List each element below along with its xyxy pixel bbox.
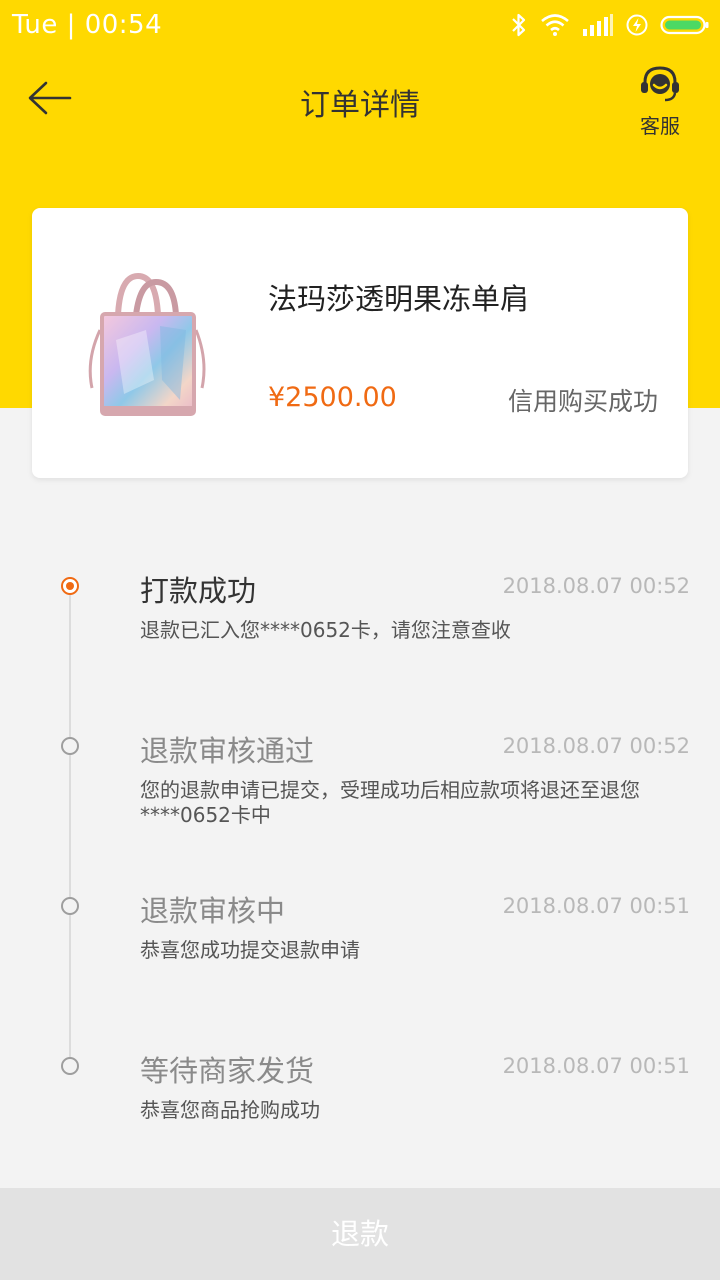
product-card[interactable]: 法玛莎透明果冻单肩 ¥2500.00 信用购买成功 [32,208,688,478]
headset-icon [641,66,679,102]
status-icons [510,11,710,39]
timeline-description: 恭喜您商品抢购成功 [140,1098,320,1122]
timeline-description: 恭喜您成功提交退款申请 [140,938,360,962]
customer-service-label: 客服 [640,114,680,138]
product-name: 法玛莎透明果冻单肩 [268,282,530,316]
timeline-title: 退款审核中 [140,894,286,928]
timeline-title: 退款审核通过 [140,734,315,768]
product-price: ¥2500.00 [268,382,397,413]
bluetooth-icon [512,13,526,37]
battery-icon [660,15,709,35]
page-title: 订单详情 [300,88,420,123]
timeline-dot [61,737,79,755]
timeline-description: 退款已汇入您****0652卡，请您注意查收 [140,618,511,642]
purchase-status: 信用购买成功 [507,387,658,416]
status-bar: Tue | 00:54 [0,0,720,50]
navigation-header: 订单详情 客服 [0,50,720,150]
customer-service-button[interactable]: 客服 [628,64,692,138]
timeline-dot [61,1057,79,1075]
timeline-dot-active [61,577,79,595]
timeline-time: 2018.08.07 00:52 [502,734,690,758]
timeline-title: 打款成功 [140,574,257,608]
signal-icon [583,14,613,36]
timeline-dot [61,897,79,915]
timeline-time: 2018.08.07 00:51 [502,894,690,918]
product-image [88,272,206,416]
wifi-icon [541,14,569,36]
timeline-title: 等待商家发货 [140,1054,315,1088]
timeline-time: 2018.08.07 00:52 [502,574,690,598]
charging-icon [626,14,648,36]
status-time: Tue | 00:54 [12,10,163,40]
timeline-time: 2018.08.07 00:51 [502,1054,690,1078]
timeline-description: 您的退款申请已提交，受理成功后相应款项将退还至退您****0652卡中 [140,778,640,827]
timeline-line [69,586,71,1066]
refund-button[interactable]: 退款 [0,1188,720,1280]
